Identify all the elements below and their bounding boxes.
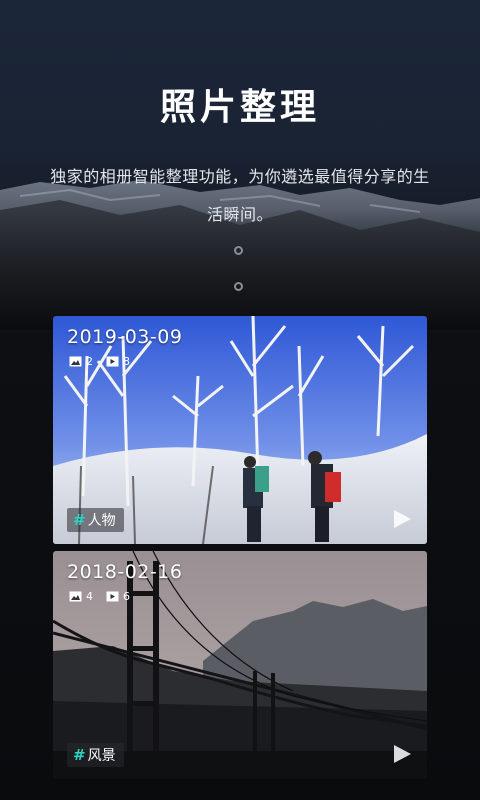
video-icon [106,356,119,366]
photo-count: 4 [86,589,93,603]
page-indicator-dot[interactable] [234,282,243,291]
image-icon [69,356,82,366]
album-date: 2019-03-09 [67,326,183,348]
album-date: 2018-02-16 [67,561,183,583]
onboarding-screen: 照片整理 独家的相册智能整理功能，为你遴选最值得分享的生活瞬间。 2019-03… [0,0,480,800]
page-subtitle: 独家的相册智能整理功能，为你遴选最值得分享的生活瞬间。 [50,167,430,224]
photo-count: 2 [86,354,93,368]
page-indicator-dot[interactable] [234,246,243,255]
tag-hash: # [73,511,86,529]
album-card[interactable]: 2019-03-09 2 8 # 人物 [53,316,427,544]
image-icon [69,591,82,601]
tag-label: 风景 [87,748,116,764]
tag-hash: # [73,746,86,764]
tag-label: 人物 [87,513,116,529]
play-icon[interactable] [391,508,413,530]
video-count: 8 [123,354,130,368]
album-card[interactable]: 2018-02-16 4 6 # 风景 [53,551,427,779]
video-count: 6 [123,589,130,603]
album-media-counts: 2 8 [69,354,143,368]
album-tag[interactable]: # 人物 [67,508,124,532]
video-icon [106,591,119,601]
play-icon[interactable] [391,743,413,765]
page-title: 照片整理 [159,87,320,128]
album-tag[interactable]: # 风景 [67,743,124,767]
album-media-counts: 4 6 [69,589,143,603]
